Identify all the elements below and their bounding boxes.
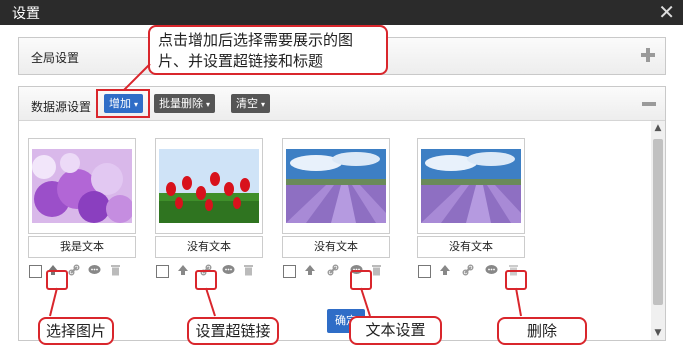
- delete-callout: 删除: [497, 317, 587, 345]
- purple-flowers-image: [32, 149, 132, 223]
- scrollbar-thumb[interactable]: [653, 139, 663, 305]
- datasource-label: 数据源设置: [31, 100, 92, 114]
- image-caption[interactable]: 没有文本: [155, 236, 263, 258]
- lavender-field-image: [286, 149, 386, 223]
- image-thumbnail[interactable]: [417, 138, 525, 234]
- image-thumbnail[interactable]: [282, 138, 390, 234]
- image-thumbnail[interactable]: [28, 138, 136, 234]
- trash-icon[interactable]: [243, 264, 254, 279]
- image-thumbnail[interactable]: [155, 138, 263, 234]
- select-checkbox[interactable]: [156, 265, 169, 278]
- dialog-titlebar: 设置 ✕: [0, 0, 683, 25]
- image-caption[interactable]: 我是文本: [28, 236, 136, 258]
- scroll-down-icon[interactable]: ▼: [651, 328, 665, 338]
- select-image-callout: 选择图片: [38, 317, 114, 345]
- add-button-highlight: [96, 89, 150, 118]
- image-card: 没有文本: [417, 138, 525, 280]
- close-icon[interactable]: ✕: [658, 0, 675, 24]
- card-toolbar: [28, 264, 136, 280]
- upload-icon[interactable]: [439, 264, 451, 279]
- red-tulips-image: [159, 149, 259, 223]
- lavender-field-image: [421, 149, 521, 223]
- comment-icon[interactable]: [222, 264, 235, 279]
- select-checkbox[interactable]: [283, 265, 296, 278]
- comment-icon[interactable]: [88, 264, 101, 279]
- chevron-down-icon: ▾: [261, 100, 266, 109]
- batch-delete-button[interactable]: 批量删除 ▾: [154, 94, 216, 113]
- link-icon[interactable]: [462, 264, 474, 279]
- link-icon[interactable]: [68, 264, 80, 279]
- select-checkbox[interactable]: [418, 265, 431, 278]
- global-settings-label: 全局设置: [31, 51, 80, 65]
- upload-icon[interactable]: [304, 264, 316, 279]
- minus-icon[interactable]: [642, 102, 656, 106]
- link-icon[interactable]: [327, 264, 339, 279]
- plus-icon[interactable]: [641, 48, 655, 62]
- set-link-callout: 设置超链接: [187, 317, 279, 345]
- card-toolbar: [282, 264, 390, 280]
- trash-icon[interactable]: [110, 264, 121, 279]
- instruction-line-1: 点击增加后选择需要展示的图: [158, 31, 354, 49]
- dialog-title: 设置: [12, 6, 40, 22]
- instruction-callout: 点击增加后选择需要展示的图 片、并设置超链接和标题: [148, 25, 388, 75]
- select-checkbox[interactable]: [29, 265, 42, 278]
- text-setting-callout: 文本设置: [349, 316, 442, 345]
- clear-button-label: 清空: [236, 97, 258, 110]
- image-caption[interactable]: 没有文本: [417, 236, 525, 258]
- scroll-up-icon[interactable]: ▲: [651, 123, 665, 133]
- chevron-down-icon: ▾: [206, 100, 211, 109]
- clear-button[interactable]: 清空 ▾: [231, 94, 271, 113]
- upload-icon[interactable]: [177, 264, 189, 279]
- image-card: 我是文本: [28, 138, 136, 280]
- batch-delete-label: 批量删除: [159, 97, 203, 110]
- image-card: 没有文本: [155, 138, 263, 280]
- annotation-pointers: [49, 287, 522, 317]
- comment-icon[interactable]: [485, 264, 498, 279]
- trash-icon[interactable]: [371, 264, 382, 279]
- image-caption[interactable]: 没有文本: [282, 236, 390, 258]
- image-card: 没有文本: [282, 138, 390, 280]
- instruction-line-2: 片、并设置超链接和标题: [158, 52, 324, 70]
